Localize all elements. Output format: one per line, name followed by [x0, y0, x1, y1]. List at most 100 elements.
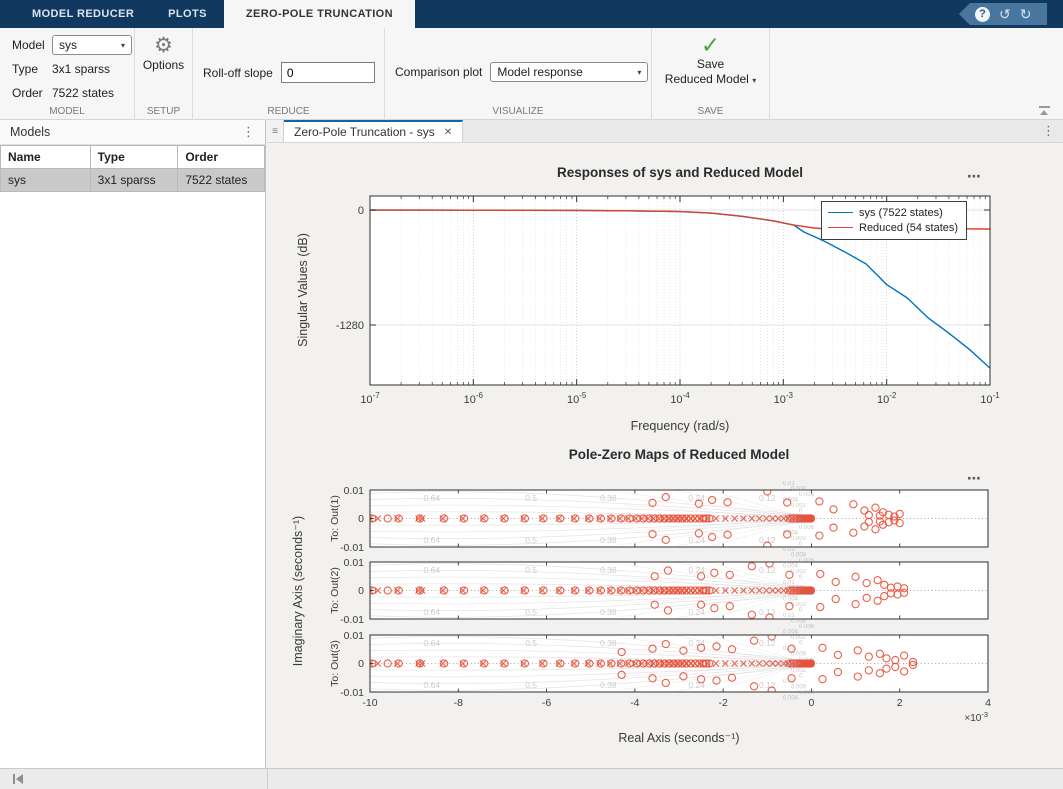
document-tab-bar: ≡ Zero-Pole Truncation - sys ✕ ⋮ — [267, 120, 1063, 143]
svg-text:0.01: 0.01 — [344, 630, 365, 642]
help-icon[interactable]: ? — [975, 7, 990, 22]
svg-text:0.38: 0.38 — [600, 565, 617, 575]
svg-text:0.01: 0.01 — [344, 485, 365, 497]
kebab-menu-icon[interactable]: ⋮ — [242, 124, 255, 140]
save-section-title: SAVE — [652, 106, 769, 117]
sys-line-swatch — [828, 212, 853, 213]
reduced-line-swatch — [828, 227, 853, 228]
svg-text:0: 0 — [358, 205, 364, 217]
models-panel-header: Models ⋮ — [0, 120, 265, 145]
comparison-plot-dropdown[interactable]: Model response ▾ — [490, 62, 648, 82]
cell-name: sys — [1, 169, 91, 192]
minimize-ribbon-button[interactable] — [1037, 106, 1051, 115]
comparison-plot-label: Comparison plot — [395, 65, 482, 79]
svg-text:0.006: 0.006 — [799, 624, 815, 630]
response-plot-menu-icon[interactable]: ⋯ — [967, 170, 989, 182]
svg-text:0.24: 0.24 — [688, 680, 705, 690]
undo-icon[interactable]: ↺ — [999, 7, 1011, 21]
svg-text:0.38: 0.38 — [600, 535, 617, 545]
status-bar — [0, 768, 1063, 789]
svg-text:0.5: 0.5 — [525, 638, 537, 648]
pole-zero-plot[interactable]: Pole-Zero Maps of Reduced Model Real Axi… — [267, 445, 1063, 768]
models-panel: Models ⋮ Name Type Order sys 3x1 sparss … — [0, 120, 266, 768]
model-section-title: MODEL — [0, 106, 134, 117]
tab-zero-pole-truncation[interactable]: ZERO-POLE TRUNCATION — [224, 0, 415, 28]
models-table: Name Type Order sys 3x1 sparss 7522 stat… — [0, 145, 265, 192]
type-label: Type — [12, 62, 52, 76]
column-header-name: Name — [1, 146, 91, 169]
svg-text:0.006: 0.006 — [799, 591, 815, 597]
tab-model-reducer[interactable]: MODEL REDUCER — [15, 0, 151, 28]
tab-plots[interactable]: PLOTS — [151, 0, 224, 28]
svg-text:0.64: 0.64 — [424, 680, 441, 690]
svg-text:10-1: 10-1 — [980, 391, 1000, 406]
svg-text:-4: -4 — [630, 697, 639, 709]
svg-text:0.12: 0.12 — [759, 680, 776, 690]
svg-text:0: 0 — [358, 585, 364, 597]
table-row[interactable]: sys 3x1 sparss 7522 states — [1, 169, 265, 192]
real-axis-label: Real Axis (seconds⁻¹) — [618, 731, 739, 745]
svg-text:0.004: 0.004 — [783, 696, 799, 702]
cell-type: 3x1 sparss — [90, 169, 178, 192]
svg-text:0.38: 0.38 — [600, 638, 617, 648]
svg-text:-10: -10 — [362, 697, 377, 709]
save-section: ✓ Save Reduced Model ▾ SAVE — [652, 28, 770, 120]
type-value: 3x1 sparss — [52, 62, 110, 76]
svg-text:0.006: 0.006 — [799, 657, 815, 663]
svg-text:-8: -8 — [454, 697, 463, 709]
cell-order: 7522 states — [178, 169, 265, 192]
document-tab[interactable]: Zero-Pole Truncation - sys ✕ — [284, 120, 463, 142]
redo-icon[interactable]: ↻ — [1020, 7, 1032, 21]
svg-text:10-3: 10-3 — [774, 391, 794, 406]
svg-text:0.64: 0.64 — [424, 607, 441, 617]
pz-plot-menu-icon[interactable]: ⋯ — [967, 472, 989, 484]
svg-text:0.006: 0.006 — [799, 558, 815, 564]
close-icon[interactable]: ✕ — [444, 127, 452, 138]
toolstrip: Model sys ▾ Type 3x1 sparss Order 7522 s… — [0, 28, 1063, 120]
svg-text:-0.01: -0.01 — [340, 542, 364, 554]
svg-text:-2: -2 — [718, 697, 727, 709]
svg-text:10-5: 10-5 — [567, 391, 587, 406]
svg-text:0.006: 0.006 — [799, 690, 815, 696]
document-tab-title: Zero-Pole Truncation - sys — [294, 125, 435, 139]
save-reduced-model-button[interactable]: ✓ Save Reduced Model ▾ — [652, 28, 769, 88]
models-panel-title: Models — [10, 125, 50, 139]
chevron-down-icon: ▾ — [637, 68, 641, 77]
svg-text:-0.01: -0.01 — [340, 614, 364, 626]
options-button[interactable]: ⚙ Options — [135, 28, 192, 73]
document-bar-options-icon[interactable]: ⋮ — [1042, 120, 1055, 142]
order-value: 7522 states — [52, 86, 114, 100]
plot-legend[interactable]: sys (7522 states) Reduced (54 states) — [821, 201, 967, 240]
collapse-left-icon[interactable] — [13, 774, 23, 784]
singular-values-plot[interactable]: Responses of sys and Reduced Model Frequ… — [267, 143, 1063, 445]
check-icon: ✓ — [701, 33, 720, 57]
svg-text:2: 2 — [897, 697, 903, 709]
svg-text:-1280: -1280 — [336, 320, 364, 332]
svg-text:0.38: 0.38 — [600, 607, 617, 617]
pz-plot-canvas: 0.64 0.64 0.5 0.5 0.38 0.38 0.24 0.24 0.12 0.12 0.… — [329, 467, 991, 725]
model-label: Model — [12, 38, 52, 52]
visualize-section: Comparison plot Model response ▾ VISUALI… — [385, 28, 652, 120]
setup-section: ⚙ Options SETUP — [135, 28, 193, 120]
visualize-section-title: VISUALIZE — [385, 106, 651, 117]
svg-text:0: 0 — [358, 513, 364, 525]
singular-values-axis-label: Singular Values (dB) — [296, 233, 310, 347]
svg-text:0.5: 0.5 — [525, 493, 537, 503]
save-label-line2: Reduced Model — [665, 72, 749, 86]
svg-text:0.12: 0.12 — [759, 607, 776, 617]
rolloff-slope-input[interactable] — [281, 62, 375, 83]
svg-text:To: Out(2): To: Out(2) — [329, 567, 341, 614]
legend-entry-reduced: Reduced (54 states) — [828, 220, 958, 235]
model-dropdown[interactable]: sys ▾ — [52, 35, 132, 55]
rolloff-slope-label: Roll-off slope — [203, 66, 273, 80]
document-list-icon[interactable]: ≡ — [267, 120, 284, 142]
comparison-plot-value: Model response — [497, 65, 582, 79]
svg-text:×10-3: ×10-3 — [964, 710, 988, 724]
setup-section-title: SETUP — [135, 106, 192, 117]
save-label-line1: Save — [697, 57, 724, 72]
column-header-order: Order — [178, 146, 265, 169]
pz-plot-title: Pole-Zero Maps of Reduced Model — [569, 447, 790, 462]
chevron-down-icon: ▾ — [752, 76, 756, 85]
svg-text:0.24: 0.24 — [688, 638, 705, 648]
svg-text:0.006: 0.006 — [799, 525, 815, 531]
